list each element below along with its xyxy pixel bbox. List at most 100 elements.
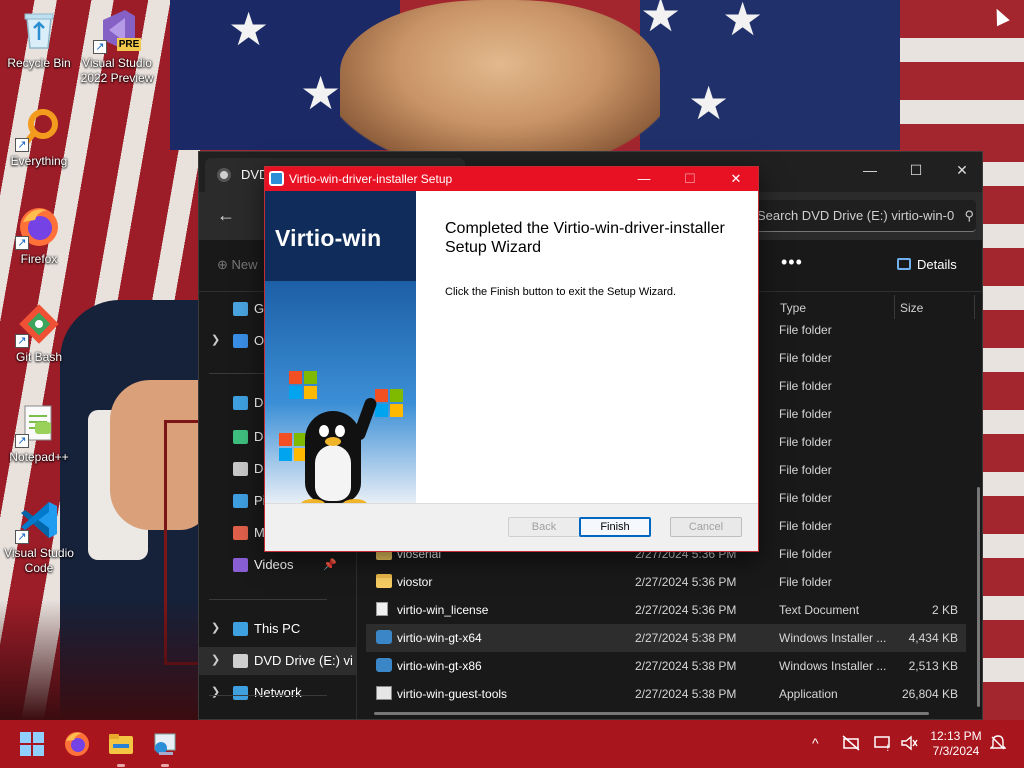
file-date: 2/27/2024 5:38 PM xyxy=(635,631,737,645)
desktop-icon-notepad-plus-plus[interactable]: ↗ Notepad++ xyxy=(0,402,78,465)
installer-icon xyxy=(376,630,392,644)
file-type: File folder xyxy=(779,547,832,561)
firefox-icon[interactable] xyxy=(63,730,91,758)
search-icon: ⚲ xyxy=(964,208,974,223)
network-icon xyxy=(233,686,248,700)
file-size: 2 KB xyxy=(931,603,958,617)
file-row[interactable]: virtio-win_license 2/27/2024 5:36 PM Text … xyxy=(366,596,966,624)
close-button[interactable]: ✕ xyxy=(713,167,758,191)
column-divider xyxy=(974,295,975,319)
chevron-right-icon[interactable]: ❯ xyxy=(211,685,220,698)
file-row[interactable]: virtio-win-gt-x64 2/27/2024 5:38 PM Window… xyxy=(366,624,966,652)
new-icon: ⊕ xyxy=(217,257,228,272)
file-date: 2/27/2024 5:38 PM xyxy=(635,659,737,673)
minimize-button[interactable]: — xyxy=(847,156,893,184)
dvd-drive-icon xyxy=(217,168,231,182)
preview-badge: PRE xyxy=(117,38,141,51)
shortcut-arrow-icon: ↗ xyxy=(93,40,107,54)
taskbar-clock[interactable]: 12:13 PM 7/3/2024 xyxy=(926,729,986,759)
desktop-icon-git-bash[interactable]: ↗ Git Bash xyxy=(0,302,78,365)
horizontal-scrollbar[interactable] xyxy=(374,712,929,715)
file-type: File folder xyxy=(779,323,832,337)
shortcut-arrow-icon: ↗ xyxy=(15,236,29,250)
display-icon[interactable]: ! xyxy=(874,735,892,754)
wallpaper-star: ★ xyxy=(300,67,342,119)
column-header-type[interactable]: Type xyxy=(780,301,806,315)
file-name: virtio-win_license xyxy=(397,603,489,617)
setup-titlebar[interactable]: Virtio-win-driver-installer Setup — ☐ ✕ xyxy=(265,167,758,191)
firefox-icon: ↗ xyxy=(15,204,61,250)
file-size: 26,804 KB xyxy=(901,687,958,701)
tux-penguin-icon xyxy=(287,396,387,503)
documents-icon xyxy=(233,462,248,476)
running-indicator xyxy=(161,764,169,767)
back-button: Back xyxy=(508,517,580,537)
running-indicator xyxy=(117,764,125,767)
minimize-button[interactable]: — xyxy=(621,167,667,191)
file-type: Text Document xyxy=(779,603,860,617)
new-button[interactable]: ⊕ New xyxy=(217,257,258,273)
start-icon[interactable] xyxy=(18,730,46,758)
chevron-right-icon[interactable]: ❯ xyxy=(211,653,220,666)
nav-item[interactable]: ❯ This PC xyxy=(199,615,356,643)
back-arrow-icon[interactable]: ← xyxy=(213,204,239,228)
vertical-scrollbar[interactable] xyxy=(977,487,980,707)
dvd-drive-icon xyxy=(233,654,248,668)
search-placeholder: Search DVD Drive (E:) virtio-win-0 xyxy=(757,208,955,223)
shortcut-arrow-icon: ↗ xyxy=(15,434,29,448)
visual-studio-icon: PRE ↗ xyxy=(93,8,141,54)
file-type: File folder xyxy=(779,519,832,533)
setup-body-text: Click the Finish button to exit the Setu… xyxy=(445,286,677,298)
file-type: File folder xyxy=(779,435,832,449)
file-row[interactable]: viostor 2/27/2024 5:36 PM File folder xyxy=(366,568,966,596)
desktop-icon-label: Recycle Bin xyxy=(7,56,71,70)
file-row[interactable]: virtio-win-gt-x86 2/27/2024 5:38 PM Window… xyxy=(366,652,966,680)
desktop-icon-recycle-bin[interactable]: Recycle Bin xyxy=(0,8,78,71)
desktop-icon-visual-studio[interactable]: PRE ↗ Visual Studio 2022 Preview xyxy=(78,8,156,86)
file-type: Windows Installer ... xyxy=(779,631,887,645)
desktop-icon xyxy=(233,396,248,410)
more-options-button[interactable]: ••• xyxy=(781,252,803,273)
nav-item[interactable]: Videos 📌 xyxy=(199,551,356,579)
file-date: 2/27/2024 5:38 PM xyxy=(635,687,737,701)
wallpaper-star: ★ xyxy=(228,3,270,55)
pin-icon: 📌 xyxy=(323,559,337,571)
installer-icon xyxy=(376,658,392,672)
desktop-icon-firefox[interactable]: ↗ Firefox xyxy=(0,204,78,267)
column-header-size[interactable]: Size xyxy=(900,301,923,315)
details-pane-button[interactable]: Details xyxy=(897,257,957,272)
notifications-icon[interactable] xyxy=(989,735,1007,754)
search-input[interactable]: Search DVD Drive (E:) virtio-win-0 ⚲ xyxy=(751,200,976,232)
file-row[interactable]: virtio-win-guest-tools 2/27/2024 5:38 PM A… xyxy=(366,680,966,708)
chevron-right-icon[interactable]: ❯ xyxy=(211,333,220,346)
chevron-right-icon[interactable]: ❯ xyxy=(211,621,220,634)
application-icon xyxy=(376,686,392,700)
cancel-button[interactable]: Cancel xyxy=(670,517,742,537)
volume-muted-icon[interactable] xyxy=(900,735,918,754)
setup-wizard-dialog[interactable]: Virtio-win-driver-installer Setup — ☐ ✕ … xyxy=(264,166,759,552)
finish-button[interactable]: Finish xyxy=(579,517,651,537)
file-size: 4,434 KB xyxy=(908,631,958,645)
git-bash-icon: ↗ xyxy=(15,302,61,348)
tray-overflow-chevron[interactable]: ^ xyxy=(812,735,819,751)
desktop-icon-everything[interactable]: ↗ Everything xyxy=(0,106,78,169)
network-disconnected-icon[interactable] xyxy=(842,735,860,754)
desktop-icon-vscode[interactable]: ↗ Visual Studio Code xyxy=(0,498,78,576)
close-button[interactable]: ✕ xyxy=(939,156,982,184)
details-label: Details xyxy=(917,257,957,272)
nav-item-label: This PC xyxy=(254,621,301,636)
file-explorer-icon[interactable] xyxy=(107,730,135,758)
nav-item[interactable]: ❯ DVD Drive (E:) vi xyxy=(199,647,356,675)
new-button-label: New xyxy=(231,257,258,272)
clock-time: 12:13 PM xyxy=(930,729,982,743)
downloads-icon xyxy=(233,430,248,444)
footer-divider xyxy=(265,503,758,504)
nav-item[interactable]: ❯ Network xyxy=(199,679,356,707)
desktop-icon-label: Everything xyxy=(10,154,68,168)
desktop-icon-label: Visual Studio Code xyxy=(4,546,74,575)
banner-title: Virtio-win xyxy=(275,225,382,251)
maximize-button[interactable]: ☐ xyxy=(893,156,939,184)
maximize-button: ☐ xyxy=(684,171,696,186)
setup-installer-icon[interactable] xyxy=(151,730,179,758)
file-date: 2/27/2024 5:36 PM xyxy=(635,575,737,589)
